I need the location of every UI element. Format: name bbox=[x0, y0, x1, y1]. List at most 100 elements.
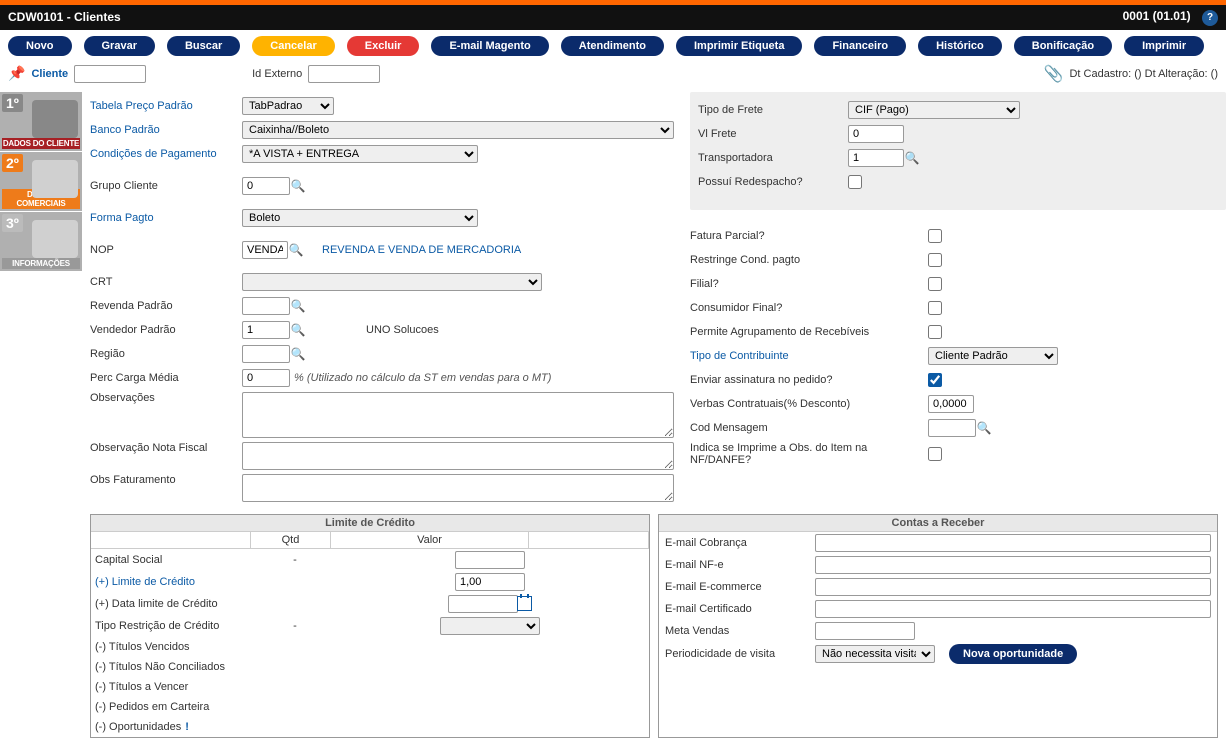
cons-final-checkbox[interactable] bbox=[928, 301, 942, 315]
perc-note: % (Utilizado no cálculo da ST em vendas … bbox=[294, 372, 551, 384]
bonificacao-button[interactable]: Bonificação bbox=[1014, 36, 1112, 56]
data-limite-input[interactable] bbox=[448, 595, 518, 613]
cons-final-label: Consumidor Final? bbox=[690, 302, 928, 314]
transp-label: Transportadora bbox=[698, 152, 848, 164]
idexterno-input[interactable] bbox=[308, 65, 380, 83]
obs-fat-textarea[interactable] bbox=[242, 474, 674, 502]
email-cert-input[interactable] bbox=[815, 600, 1211, 618]
calendar-icon[interactable] bbox=[517, 596, 532, 611]
grupo-input[interactable] bbox=[242, 177, 290, 195]
grupo-label: Grupo Cliente bbox=[90, 180, 242, 192]
contas-panel: Contas a Receber E-mail Cobrança E-mail … bbox=[658, 514, 1218, 738]
tipo-restr-select[interactable] bbox=[440, 617, 540, 635]
meta-input[interactable] bbox=[815, 622, 915, 640]
banco-select[interactable]: Caixinha//Boleto bbox=[242, 121, 674, 139]
redesp-label: Possuí Redespacho? bbox=[698, 176, 848, 188]
perc-label: Perc Carga Média bbox=[90, 372, 242, 384]
nop-input[interactable] bbox=[242, 241, 288, 259]
transp-input[interactable] bbox=[848, 149, 904, 167]
filial-checkbox[interactable] bbox=[928, 277, 942, 291]
lookup-icon[interactable]: 🔍 bbox=[290, 346, 306, 362]
vl-frete-label: Vl Frete bbox=[698, 128, 848, 140]
assin-label: Enviar assinatura no pedido? bbox=[690, 374, 928, 386]
cod-msg-input[interactable] bbox=[928, 419, 976, 437]
verbas-label: Verbas Contratuais(% Desconto) bbox=[690, 398, 928, 410]
tipo-frete-label: Tipo de Frete bbox=[698, 104, 848, 116]
cod-msg-label: Cod Mensagem bbox=[690, 422, 928, 434]
gravar-button[interactable]: Gravar bbox=[84, 36, 155, 56]
tipo-contr-label: Tipo de Contribuinte bbox=[690, 350, 928, 362]
email-nfe-label: E-mail NF-e bbox=[665, 559, 815, 571]
obs-fat-label: Obs Faturamento bbox=[90, 474, 242, 486]
imprimir-button[interactable]: Imprimir bbox=[1124, 36, 1204, 56]
email-magento-button[interactable]: E-mail Magento bbox=[431, 36, 548, 56]
revenda-input[interactable] bbox=[242, 297, 290, 315]
oport-label: (-) Oportunidades! bbox=[95, 721, 255, 733]
tabela-preco-select[interactable]: TabPadrao bbox=[242, 97, 334, 115]
pin-icon: 📌 bbox=[8, 65, 25, 82]
imprimir-etiqueta-button[interactable]: Imprimir Etiqueta bbox=[676, 36, 802, 56]
lookup-icon[interactable]: 🔍 bbox=[290, 178, 306, 194]
cliente-input[interactable] bbox=[74, 65, 146, 83]
person-icon bbox=[32, 220, 78, 258]
forma-pagto-select[interactable]: Boleto bbox=[242, 209, 478, 227]
historico-button[interactable]: Histórico bbox=[918, 36, 1002, 56]
capital-input[interactable] bbox=[455, 551, 525, 569]
lookup-icon[interactable]: 🔍 bbox=[976, 420, 992, 436]
regiao-input[interactable] bbox=[242, 345, 290, 363]
financeiro-button[interactable]: Financeiro bbox=[814, 36, 906, 56]
redesp-checkbox[interactable] bbox=[848, 175, 862, 189]
email-nfe-input[interactable] bbox=[815, 556, 1211, 574]
filial-label: Filial? bbox=[690, 278, 928, 290]
excluir-button[interactable]: Excluir bbox=[347, 36, 420, 56]
venc-label: (-) Títulos Vencidos bbox=[95, 641, 255, 653]
vl-frete-input[interactable] bbox=[848, 125, 904, 143]
assin-checkbox[interactable] bbox=[928, 373, 942, 387]
restr-cond-checkbox[interactable] bbox=[928, 253, 942, 267]
atendimento-button[interactable]: Atendimento bbox=[561, 36, 664, 56]
dt-cadastro-label: Dt Cadastro: () Dt Alteração: () bbox=[1069, 68, 1218, 80]
meta-label: Meta Vendas bbox=[665, 625, 815, 637]
agrup-checkbox[interactable] bbox=[928, 325, 942, 339]
info-icon[interactable]: ! bbox=[185, 721, 189, 733]
lookup-icon[interactable]: 🔍 bbox=[290, 322, 306, 338]
buscar-button[interactable]: Buscar bbox=[167, 36, 240, 56]
attachment-icon[interactable]: 📎 bbox=[1044, 64, 1064, 84]
nop-label: NOP bbox=[90, 244, 242, 256]
email-cobranca-input[interactable] bbox=[815, 534, 1211, 552]
step-3[interactable]: 3º INFORMAÇÕES bbox=[0, 212, 82, 272]
step-1-label: DADOS DO CLIENTE bbox=[2, 138, 80, 149]
lookup-icon[interactable]: 🔍 bbox=[288, 242, 304, 258]
period-select[interactable]: Não necessita visita bbox=[815, 645, 935, 663]
window-title: CDW0101 - Clientes bbox=[8, 10, 121, 24]
nova-oportunidade-button[interactable]: Nova oportunidade bbox=[949, 644, 1077, 664]
data-limite-label: (+) Data limite de Crédito bbox=[95, 598, 255, 610]
vendedor-input[interactable] bbox=[242, 321, 290, 339]
crt-select[interactable] bbox=[242, 273, 542, 291]
nconc-label: (-) Títulos Não Conciliados bbox=[95, 661, 255, 673]
titlebar: CDW0101 - Clientes 0001 (01.01) ? bbox=[0, 5, 1226, 30]
novo-button[interactable]: Novo bbox=[8, 36, 72, 56]
cliente-label: Cliente bbox=[31, 68, 68, 80]
tipo-frete-select[interactable]: CIF (Pago) bbox=[848, 101, 1020, 119]
tipo-contr-select[interactable]: Cliente Padrão bbox=[928, 347, 1058, 365]
obs-nf-textarea[interactable] bbox=[242, 442, 674, 470]
step-1[interactable]: 1º DADOS DO CLIENTE bbox=[0, 92, 82, 152]
lookup-icon[interactable]: 🔍 bbox=[904, 150, 920, 166]
fat-parcial-checkbox[interactable] bbox=[928, 229, 942, 243]
help-icon[interactable]: ? bbox=[1202, 10, 1218, 26]
obs-textarea[interactable] bbox=[242, 392, 674, 438]
verbas-input[interactable] bbox=[928, 395, 974, 413]
period-label: Periodicidade de visita bbox=[665, 648, 815, 660]
perc-input[interactable] bbox=[242, 369, 290, 387]
cancelar-button[interactable]: Cancelar bbox=[252, 36, 334, 56]
lookup-icon[interactable]: 🔍 bbox=[290, 298, 306, 314]
step-2[interactable]: 2º DADOS COMERCIAIS bbox=[0, 152, 82, 212]
cond-pagto-select[interactable]: *A VISTA + ENTREGA bbox=[242, 145, 478, 163]
ped-label: (-) Pedidos em Carteira bbox=[95, 701, 255, 713]
step-sidebar: 1º DADOS DO CLIENTE 2º DADOS COMERCIAIS … bbox=[0, 92, 82, 510]
limite-input[interactable] bbox=[455, 573, 525, 591]
person-icon bbox=[32, 100, 78, 138]
obs-item-checkbox[interactable] bbox=[928, 447, 942, 461]
email-ecommerce-input[interactable] bbox=[815, 578, 1211, 596]
